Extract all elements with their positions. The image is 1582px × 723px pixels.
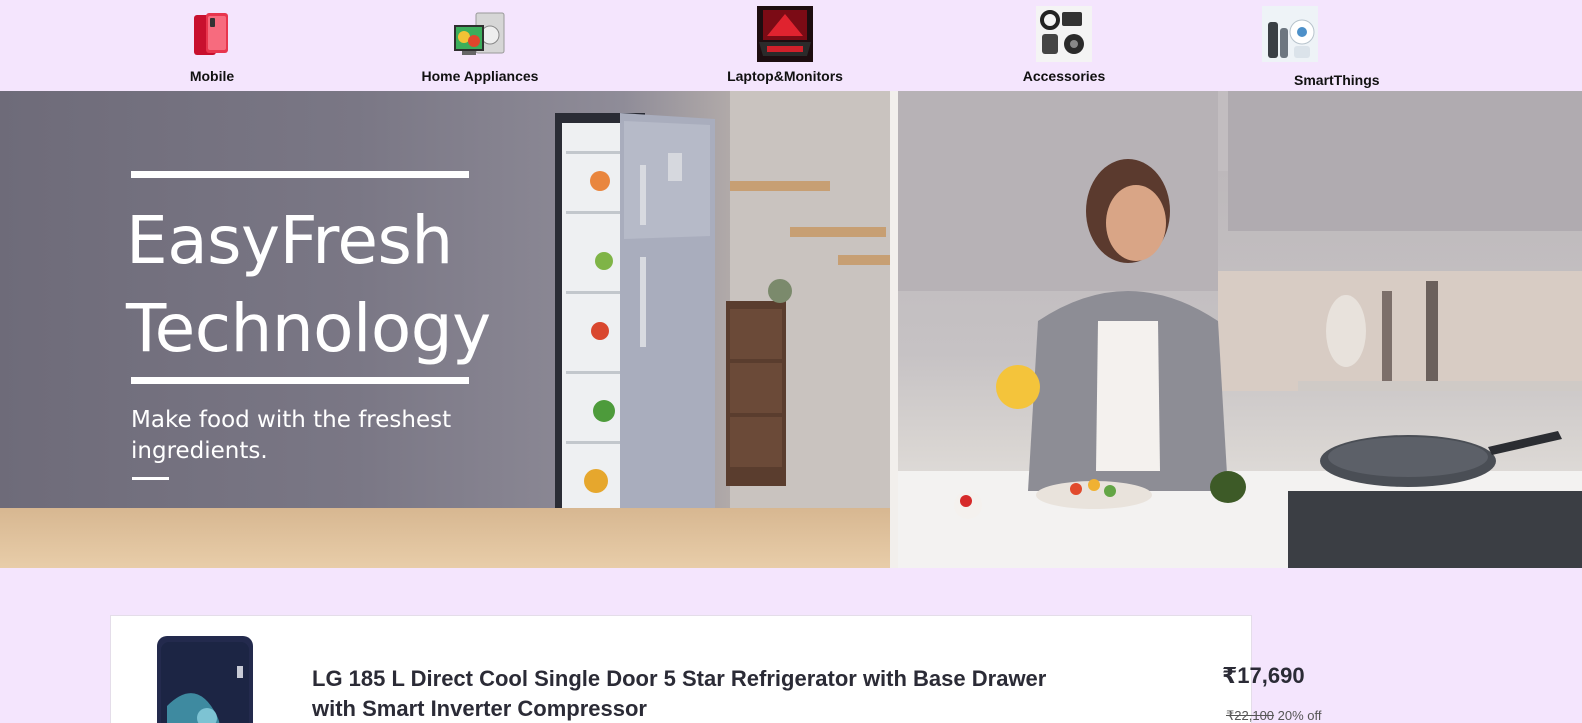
product-title[interactable]: LG 185 L Direct Cool Single Door 5 Star …: [312, 664, 1092, 723]
banner-dash: [132, 477, 169, 480]
banner-subline: Make food with the freshest ingredients.: [131, 405, 491, 467]
headline-line-1: EasyFresh: [126, 202, 453, 279]
category-label: Accessories: [1022, 68, 1106, 84]
mobile-phone-icon: [184, 6, 240, 62]
category-laptop-monitors[interactable]: Laptop&Monitors: [727, 6, 843, 84]
banner-refrigerator-panel: EasyFresh Technology Make food with the …: [0, 91, 890, 568]
product-price: ₹17,690: [1222, 663, 1305, 688]
product-card[interactable]: LG 185 L Direct Cool Single Door 5 Star …: [110, 615, 1252, 723]
original-price: ₹22,100: [1226, 708, 1275, 723]
banner-floor: [0, 508, 890, 568]
category-label: Home Appliances: [421, 68, 539, 84]
category-smartthings[interactable]: SmartThings: [1262, 6, 1380, 88]
refrigerator-thumbnail-icon[interactable]: [157, 636, 253, 723]
subline-line-1: Make food with the freshest: [131, 407, 452, 433]
promo-banner[interactable]: EasyFresh Technology Make food with the …: [0, 91, 1582, 568]
banner-kitchen-panel: [898, 91, 1582, 568]
headline-top-rule: [131, 171, 469, 178]
accessories-icon: [1036, 6, 1092, 62]
category-home-appliances[interactable]: Home Appliances: [421, 6, 539, 84]
product-old-price: ₹22,100 20% off: [1226, 708, 1322, 723]
kitchen-scene-art: [898, 91, 1582, 568]
category-label: Laptop&Monitors: [727, 68, 843, 84]
category-label: Mobile: [189, 68, 235, 84]
subline-line-2: ingredients.: [131, 438, 268, 464]
washing-machine-icon: [452, 6, 508, 62]
laptop-icon: [757, 6, 813, 62]
category-label: SmartThings: [1294, 72, 1380, 88]
headline-line-2: Technology: [126, 290, 491, 367]
category-mobile[interactable]: Mobile: [182, 6, 242, 84]
headline-bottom-rule: [131, 377, 469, 384]
smart-devices-icon: [1262, 6, 1318, 62]
category-bar: Mobile Home Appliances Laptop&Monitors A…: [0, 0, 1582, 91]
category-accessories[interactable]: Accessories: [1023, 6, 1105, 84]
banner-divider: [890, 91, 898, 568]
discount-label: 20% off: [1277, 708, 1322, 723]
banner-headline: EasyFresh Technology: [126, 197, 546, 373]
